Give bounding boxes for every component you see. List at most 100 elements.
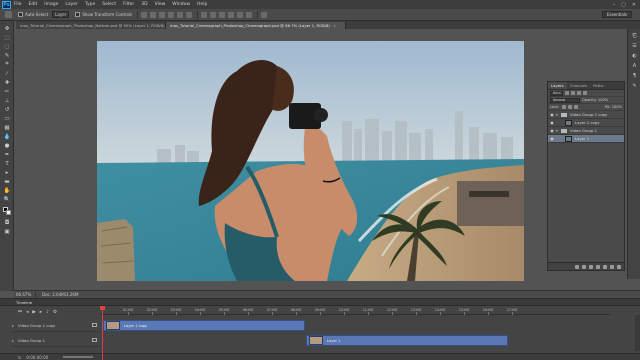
opacity-field[interactable]: Opacity: 100% — [582, 98, 608, 102]
audio-icon[interactable]: ♪ — [46, 310, 49, 315]
filter-pixel-icon[interactable] — [565, 91, 570, 95]
lock-position-icon[interactable] — [568, 105, 573, 109]
paragraph-icon[interactable]: ¶ — [631, 73, 638, 79]
align-left-icon[interactable] — [168, 11, 175, 18]
move-tool-icon[interactable]: ✥ — [3, 25, 11, 32]
layer-style-icon[interactable] — [582, 264, 586, 269]
play-icon[interactable]: ▶ — [32, 310, 35, 315]
filter-shape-icon[interactable] — [583, 91, 588, 95]
workspace-switcher[interactable]: Essentials — [601, 11, 632, 18]
track-header[interactable]: ▸ Video Group 1 copy — [12, 319, 100, 332]
menu-layer[interactable]: Layer — [65, 2, 78, 7]
align-top-icon[interactable] — [141, 11, 148, 18]
next-frame-icon[interactable]: ▸ — [40, 310, 42, 315]
playhead[interactable] — [102, 306, 103, 360]
menu-image[interactable]: Image — [44, 2, 58, 7]
document-canvas[interactable] — [97, 41, 524, 281]
lasso-tool-icon[interactable]: ◌ — [3, 43, 11, 50]
zoom-level[interactable]: 66.67% — [14, 292, 36, 297]
layer-row[interactable]: ◉ ▾ Video Group 1 copy — [548, 111, 624, 119]
layer-row-selected[interactable]: ◉ Layer 1 — [548, 135, 624, 143]
layer-row[interactable]: ◉ Layer 1 copy — [548, 119, 624, 127]
zoom-slider[interactable] — [63, 356, 94, 358]
time-ruler[interactable]: 01:00f 02:00f 03:00f 04:00f 05:00f 06:00f 07:0… — [100, 307, 610, 315]
color-swatches-icon[interactable] — [3, 207, 11, 215]
tab-channels[interactable]: Channels — [567, 82, 591, 89]
visibility-eye-icon[interactable]: ◉ — [548, 128, 556, 133]
timeline-scrollbar[interactable] — [635, 315, 640, 351]
brush-tool-icon[interactable]: ✏ — [3, 88, 11, 95]
distribute-left-icon[interactable] — [228, 11, 235, 18]
distribute-top-icon[interactable] — [201, 11, 208, 18]
fill-field[interactable]: Fill: 100% — [605, 105, 622, 109]
add-mask-icon[interactable] — [589, 264, 593, 269]
properties-icon[interactable]: ☰ — [631, 43, 638, 49]
menu-3d[interactable]: 3D — [141, 2, 147, 7]
close-button[interactable]: ✕ — [632, 2, 636, 8]
auto-select-checkbox[interactable] — [18, 12, 23, 17]
blend-mode-dropdown[interactable]: Normal — [550, 97, 580, 103]
lock-pixels-icon[interactable] — [562, 105, 567, 109]
tab-layers[interactable]: Layers — [548, 82, 567, 89]
tab-cinemagraph-document[interactable]: mov_Tutorial_Cinemagraph_Photoshop_Cinem… — [166, 22, 346, 29]
track-header[interactable]: ▸ Video Group 1 — [12, 334, 100, 347]
blur-tool-icon[interactable]: 💧 — [3, 133, 11, 140]
auto-select-dropdown[interactable]: Layer — [52, 11, 70, 18]
gradient-tool-icon[interactable]: ▦ — [3, 124, 11, 131]
menu-file[interactable]: File — [14, 2, 22, 7]
first-frame-icon[interactable]: ⏮ — [18, 309, 22, 315]
marquee-tool-icon[interactable]: ⬚ — [3, 34, 11, 41]
kind-filter-dropdown[interactable]: Kind — [550, 90, 564, 96]
link-layers-icon[interactable] — [575, 264, 579, 269]
3d-mode-icon[interactable] — [261, 11, 268, 18]
visibility-eye-icon[interactable]: ◉ — [548, 136, 556, 141]
film-strip-icon[interactable] — [92, 323, 97, 327]
adjustments-icon[interactable]: ◐ — [631, 53, 638, 59]
distribute-center-icon[interactable] — [237, 11, 244, 18]
distribute-bottom-icon[interactable] — [219, 11, 226, 18]
document-size[interactable]: Doc: 2.64M/3.26M — [36, 292, 78, 297]
hand-tool-icon[interactable]: ✋ — [3, 187, 11, 194]
distribute-right-icon[interactable] — [246, 11, 253, 18]
history-brush-tool-icon[interactable]: ↺ — [3, 106, 11, 113]
adjustment-layer-icon[interactable] — [596, 264, 600, 269]
history-icon[interactable]: ⎗ — [631, 33, 638, 39]
layer-row[interactable]: ◉ ▾ Video Group 1 — [548, 127, 624, 135]
align-middle-icon[interactable] — [150, 11, 157, 18]
tab-paths[interactable]: Paths — [590, 82, 606, 89]
filter-type-icon[interactable] — [577, 91, 582, 95]
filter-adjustment-icon[interactable] — [571, 91, 576, 95]
menu-type[interactable]: Type — [85, 2, 95, 7]
visibility-eye-icon[interactable]: ◉ — [548, 112, 556, 117]
menu-select[interactable]: Select — [102, 2, 116, 7]
menu-help[interactable]: Help — [197, 2, 207, 7]
video-clip[interactable]: Layer 1 copy — [103, 320, 305, 331]
crop-tool-icon[interactable]: ⌗ — [3, 61, 11, 68]
trash-icon[interactable] — [617, 264, 621, 269]
playhead-handle[interactable] — [100, 306, 105, 310]
align-center-icon[interactable] — [177, 11, 184, 18]
path-select-tool-icon[interactable]: ▸ — [3, 169, 11, 176]
shape-tool-icon[interactable]: ▬ — [3, 178, 11, 185]
eyedropper-tool-icon[interactable]: ⁄ — [3, 70, 11, 77]
film-strip-icon[interactable] — [92, 338, 97, 342]
character-icon[interactable]: A — [631, 63, 638, 69]
move-tool-icon[interactable] — [5, 11, 12, 18]
pen-tool-icon[interactable]: ✒ — [3, 151, 11, 158]
healing-brush-tool-icon[interactable]: ✚ — [3, 79, 11, 86]
lock-all-icon[interactable] — [574, 105, 579, 109]
settings-gear-icon[interactable]: ⚙ — [53, 310, 57, 315]
video-clip[interactable]: Layer 1 — [306, 335, 508, 346]
brush-settings-icon[interactable]: ✎ — [631, 83, 638, 89]
visibility-eye-icon[interactable]: ◉ — [548, 120, 556, 125]
menu-window[interactable]: Window — [172, 2, 190, 7]
align-bottom-icon[interactable] — [159, 11, 166, 18]
render-video-icon[interactable]: ↻ — [18, 355, 21, 360]
prev-frame-icon[interactable]: ◂ — [26, 310, 28, 315]
clone-stamp-tool-icon[interactable]: ⊥ — [3, 97, 11, 104]
menu-edit[interactable]: Edit — [29, 2, 38, 7]
quick-select-tool-icon[interactable]: ✎ — [3, 52, 11, 59]
transform-controls-checkbox[interactable] — [75, 12, 81, 17]
eraser-tool-icon[interactable]: ▭ — [3, 115, 11, 122]
close-tab-icon[interactable]: × — [333, 23, 336, 28]
